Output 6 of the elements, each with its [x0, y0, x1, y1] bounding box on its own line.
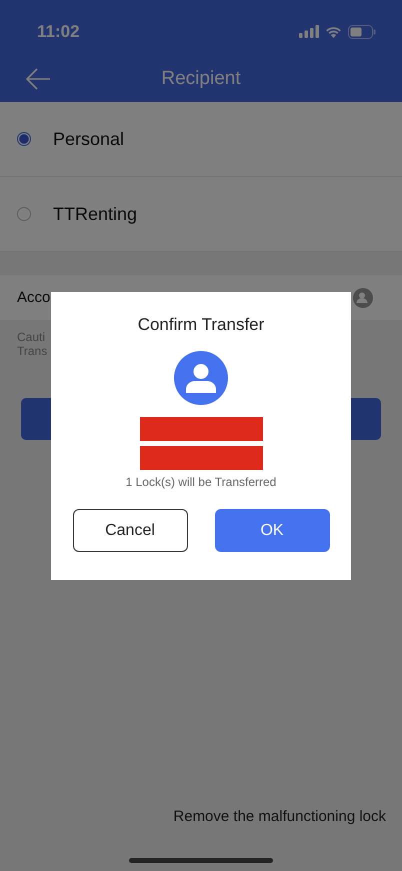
- option-label: Personal: [53, 128, 124, 150]
- dialog-message: 1 Lock(s) will be Transferred: [126, 475, 276, 489]
- account-label: Acco: [17, 289, 50, 306]
- status-time: 11:02: [37, 22, 80, 42]
- option-label: TTRenting: [53, 204, 138, 224]
- page-title: Recipient: [161, 68, 241, 90]
